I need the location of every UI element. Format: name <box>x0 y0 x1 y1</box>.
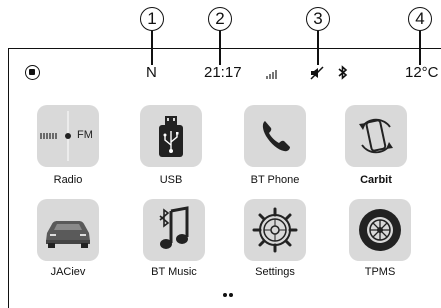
callout-2: 2 <box>208 7 232 31</box>
app-usb-button[interactable] <box>140 105 202 167</box>
app-carbit-label: Carbit <box>360 174 392 186</box>
radio-fm-text: FM <box>77 129 93 141</box>
car-icon <box>46 221 90 248</box>
app-tpms-button[interactable] <box>349 199 411 261</box>
bluetooth-music-icon <box>159 206 189 249</box>
app-carbit-button[interactable] <box>345 105 407 167</box>
phone-icon <box>262 121 290 152</box>
phone-rotate-icon <box>359 118 393 154</box>
app-settings-button[interactable] <box>244 199 306 261</box>
gear-icon <box>252 207 298 253</box>
callout-1: 1 <box>140 7 164 31</box>
app-radio-label: Radio <box>53 174 83 186</box>
app-settings-label: Settings <box>255 266 295 278</box>
callout-4: 4 <box>408 7 432 31</box>
signal-icon <box>266 68 280 79</box>
usb-icon <box>159 116 183 157</box>
app-radio-button[interactable]: FM <box>37 105 99 167</box>
app-tpms-label: TPMS <box>364 266 396 278</box>
app-bt-music-button[interactable] <box>143 199 205 261</box>
mute-icon <box>310 66 324 80</box>
gear-indicator: N <box>146 64 157 81</box>
home-button[interactable] <box>25 65 40 80</box>
app-jaciev-label: JACiev <box>50 266 86 278</box>
app-usb-label: USB <box>159 174 183 186</box>
app-bt-phone-button[interactable] <box>244 105 306 167</box>
app-jaciev-button[interactable] <box>37 199 99 261</box>
app-bt-phone-label: BT Phone <box>250 174 300 186</box>
page-indicator[interactable] <box>223 284 235 302</box>
app-bt-music-label: BT Music <box>151 266 197 278</box>
callout-3: 3 <box>306 7 330 31</box>
outside-temperature: 12°C <box>405 64 439 81</box>
tire-icon <box>359 209 401 251</box>
clock: 21:17 <box>204 64 242 81</box>
bluetooth-icon <box>338 65 348 80</box>
